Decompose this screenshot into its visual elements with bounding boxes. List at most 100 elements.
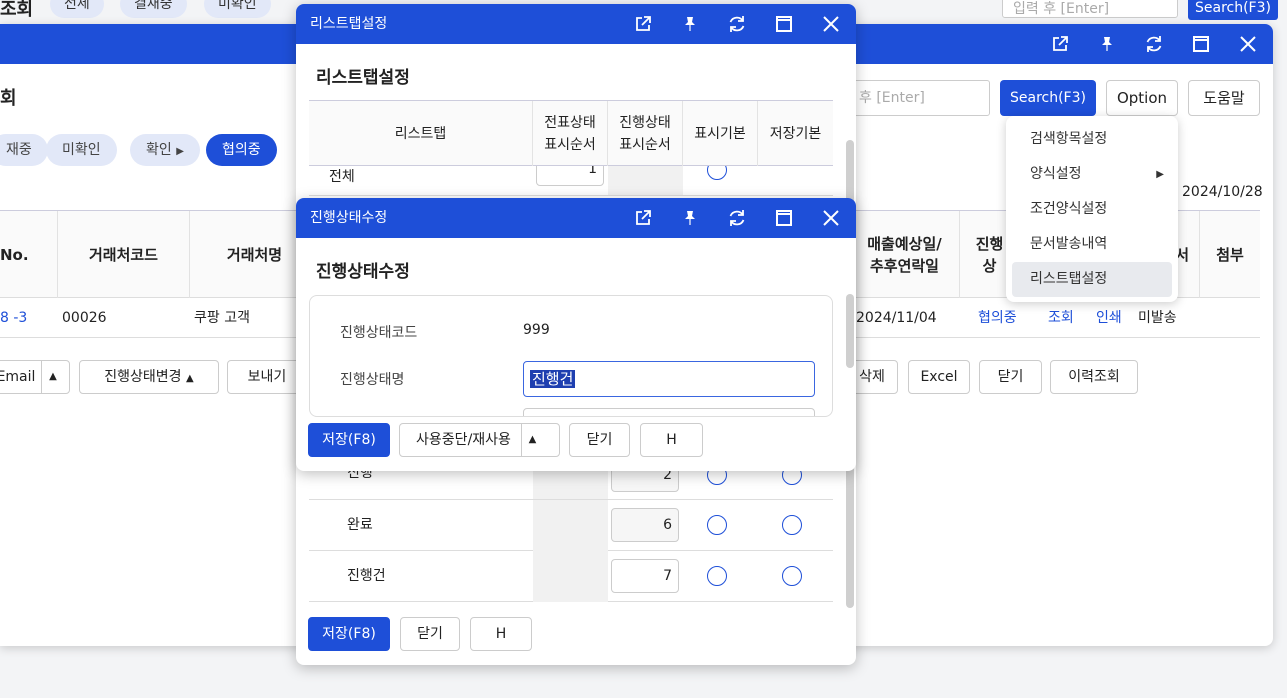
bg-tab-approving[interactable]: 결재중 xyxy=(120,0,187,18)
listtab-h-button[interactable]: H xyxy=(470,617,532,651)
menu-item-search-settings[interactable]: 검색항목설정 xyxy=(1012,122,1172,157)
row-expected-date: 2024/11/04 xyxy=(856,310,937,326)
bg-search-input[interactable]: 입력 후 [Enter] xyxy=(1002,0,1178,18)
listtab-table-header: 리스트탭 전표상태 표시순서 진행상태 표시순서 표시기본 저장기본 xyxy=(309,100,833,167)
close-icon[interactable] xyxy=(807,198,854,238)
row-view-link[interactable]: 조회 xyxy=(1048,298,1074,338)
email-button-label: Email xyxy=(0,369,36,385)
chevron-right-icon: ▶ xyxy=(176,146,184,157)
maximize-icon[interactable] xyxy=(760,4,807,44)
tab-confirmed-label: 확인 xyxy=(146,142,172,158)
progress-status-dialog: 진행상태수정 진행상태수정 진행상태코드 999 진행상태명 진행건 저장(F8… xyxy=(296,198,856,471)
status-h-button[interactable]: H xyxy=(640,423,703,457)
status-dialog-header: 진행상태수정 xyxy=(296,198,856,238)
menu-item-document-history[interactable]: 문서발송내역 xyxy=(1012,227,1172,262)
row-customer-name: 쿠팡 고객 xyxy=(194,310,250,326)
bg-page-title: 조회 xyxy=(0,0,34,20)
col-progress-status: 진행상 xyxy=(960,211,1010,299)
pin-icon[interactable] xyxy=(1083,24,1130,64)
option-button[interactable]: Option xyxy=(1106,80,1178,116)
col-list-tab: 리스트탭 xyxy=(309,101,533,167)
send-button[interactable]: 보내기 xyxy=(227,360,307,394)
close-button[interactable]: 닫기 xyxy=(979,360,1042,394)
display-default-radio[interactable] xyxy=(707,166,727,180)
close-icon[interactable] xyxy=(807,4,854,44)
listtab-row-gray-cell xyxy=(608,166,683,195)
pin-icon[interactable] xyxy=(666,198,713,238)
search-button[interactable]: Search(F3) xyxy=(1000,80,1096,116)
listtab-close-button[interactable]: 닫기 xyxy=(400,617,460,651)
listtab-dialog-header-title: 리스트탭설정 xyxy=(310,16,388,32)
help-button[interactable]: 도움말 xyxy=(1188,80,1260,116)
list-item: 진행건 7 xyxy=(309,551,833,602)
listtab-row-order-input[interactable]: 1 xyxy=(536,166,604,186)
excel-button[interactable]: Excel xyxy=(908,360,970,394)
row-customer-code: 00026 xyxy=(62,310,107,326)
row-print-link[interactable]: 인쇄 xyxy=(1096,298,1122,338)
status-close-button[interactable]: 닫기 xyxy=(569,423,630,457)
bg-search-button[interactable]: Search(F3) xyxy=(1188,0,1278,20)
history-button[interactable]: 이력조회 xyxy=(1050,360,1138,394)
toggle-usage-button[interactable]: 사용중단/재사용 ▲ xyxy=(399,423,560,457)
status-name-input[interactable]: 진행건 xyxy=(523,361,815,397)
pin-icon[interactable] xyxy=(666,4,713,44)
bg-tab-unconfirmed[interactable]: 미확인 xyxy=(204,0,271,18)
tab-confirmed[interactable]: 확인 ▶ xyxy=(130,134,200,166)
popout-icon[interactable] xyxy=(619,198,666,238)
submenu-arrow-icon: ▶ xyxy=(1156,169,1164,180)
menu-item-listtab-settings[interactable]: 리스트탭설정 xyxy=(1012,262,1172,297)
row-send-status: 미발송 xyxy=(1138,310,1177,326)
listtab-dialog-title: 리스트탭설정 xyxy=(316,68,410,88)
status-change-button[interactable]: 진행상태변경 ▲ xyxy=(79,360,219,394)
status-form: 진행상태코드 999 진행상태명 진행건 xyxy=(309,295,833,417)
status-change-label: 진행상태변경 xyxy=(104,369,182,385)
caret-up-icon[interactable]: ▲ xyxy=(41,361,63,393)
listtab-save-button[interactable]: 저장(F8) xyxy=(308,617,390,651)
display-default-radio[interactable] xyxy=(707,566,727,586)
display-default-radio[interactable] xyxy=(707,515,727,535)
row-no-link[interactable]: 8 -3 xyxy=(0,298,27,338)
tab-approving[interactable]: 재중 xyxy=(0,134,48,166)
caret-up-icon: ▲ xyxy=(186,373,194,384)
main-window-controls xyxy=(1036,24,1271,64)
bg-tab-all[interactable]: 전체 xyxy=(50,0,104,18)
col-customer-code: 거래처코드 xyxy=(58,211,190,299)
row-status-link[interactable]: 협의중 xyxy=(978,298,1017,338)
menu-item-form-settings[interactable]: 양식설정 ▶ xyxy=(1012,157,1172,192)
refresh-icon[interactable] xyxy=(1130,24,1177,64)
col-expected-date: 매출예상일/ 추후연락일 xyxy=(850,211,960,299)
col-attachment: 첨부 xyxy=(1216,246,1244,264)
menu-item-condition-form[interactable]: 조건양식설정 xyxy=(1012,192,1172,227)
list-item: 완료 6 xyxy=(309,500,833,551)
search-input[interactable]: 후 [Enter] xyxy=(850,80,990,116)
status-code-value: 999 xyxy=(523,322,550,338)
maximize-icon[interactable] xyxy=(1177,24,1224,64)
maximize-icon[interactable] xyxy=(760,198,807,238)
status-name-label: 진행상태명 xyxy=(340,372,405,388)
option-dropdown-menu: 검색항목설정 양식설정 ▶ 조건양식설정 문서발송내역 리스트탭설정 xyxy=(1006,116,1178,302)
main-page-title: 회 xyxy=(0,88,17,109)
listtab-row-order-input[interactable]: 6 xyxy=(611,508,679,542)
save-default-radio[interactable] xyxy=(782,515,802,535)
listtab-row-name: 전체 xyxy=(329,169,355,185)
date-text: 2024/10/28 xyxy=(1182,184,1263,200)
popout-icon[interactable] xyxy=(619,4,666,44)
status-save-button[interactable]: 저장(F8) xyxy=(308,423,390,457)
refresh-icon[interactable] xyxy=(713,198,760,238)
next-field-input[interactable] xyxy=(523,408,815,416)
tab-unconfirmed[interactable]: 미확인 xyxy=(46,134,117,166)
col-save-default: 저장기본 xyxy=(769,126,822,142)
status-scrollbar[interactable] xyxy=(846,294,854,368)
close-icon[interactable] xyxy=(1224,24,1271,64)
listtab-row-name: 완료 xyxy=(347,517,373,533)
refresh-icon[interactable] xyxy=(713,4,760,44)
caret-up-icon[interactable]: ▲ xyxy=(520,424,543,456)
email-button[interactable]: Email ▲ xyxy=(0,360,70,394)
listtab-row-gray-cell xyxy=(533,500,608,551)
col-slip-order: 전표상태 표시순서 xyxy=(533,101,608,167)
save-default-radio[interactable] xyxy=(782,566,802,586)
tab-negotiating[interactable]: 협의중 xyxy=(206,134,277,166)
listtab-row-order-input[interactable]: 7 xyxy=(611,559,679,593)
popout-icon[interactable] xyxy=(1036,24,1083,64)
listtab-dialog-controls xyxy=(619,4,854,44)
